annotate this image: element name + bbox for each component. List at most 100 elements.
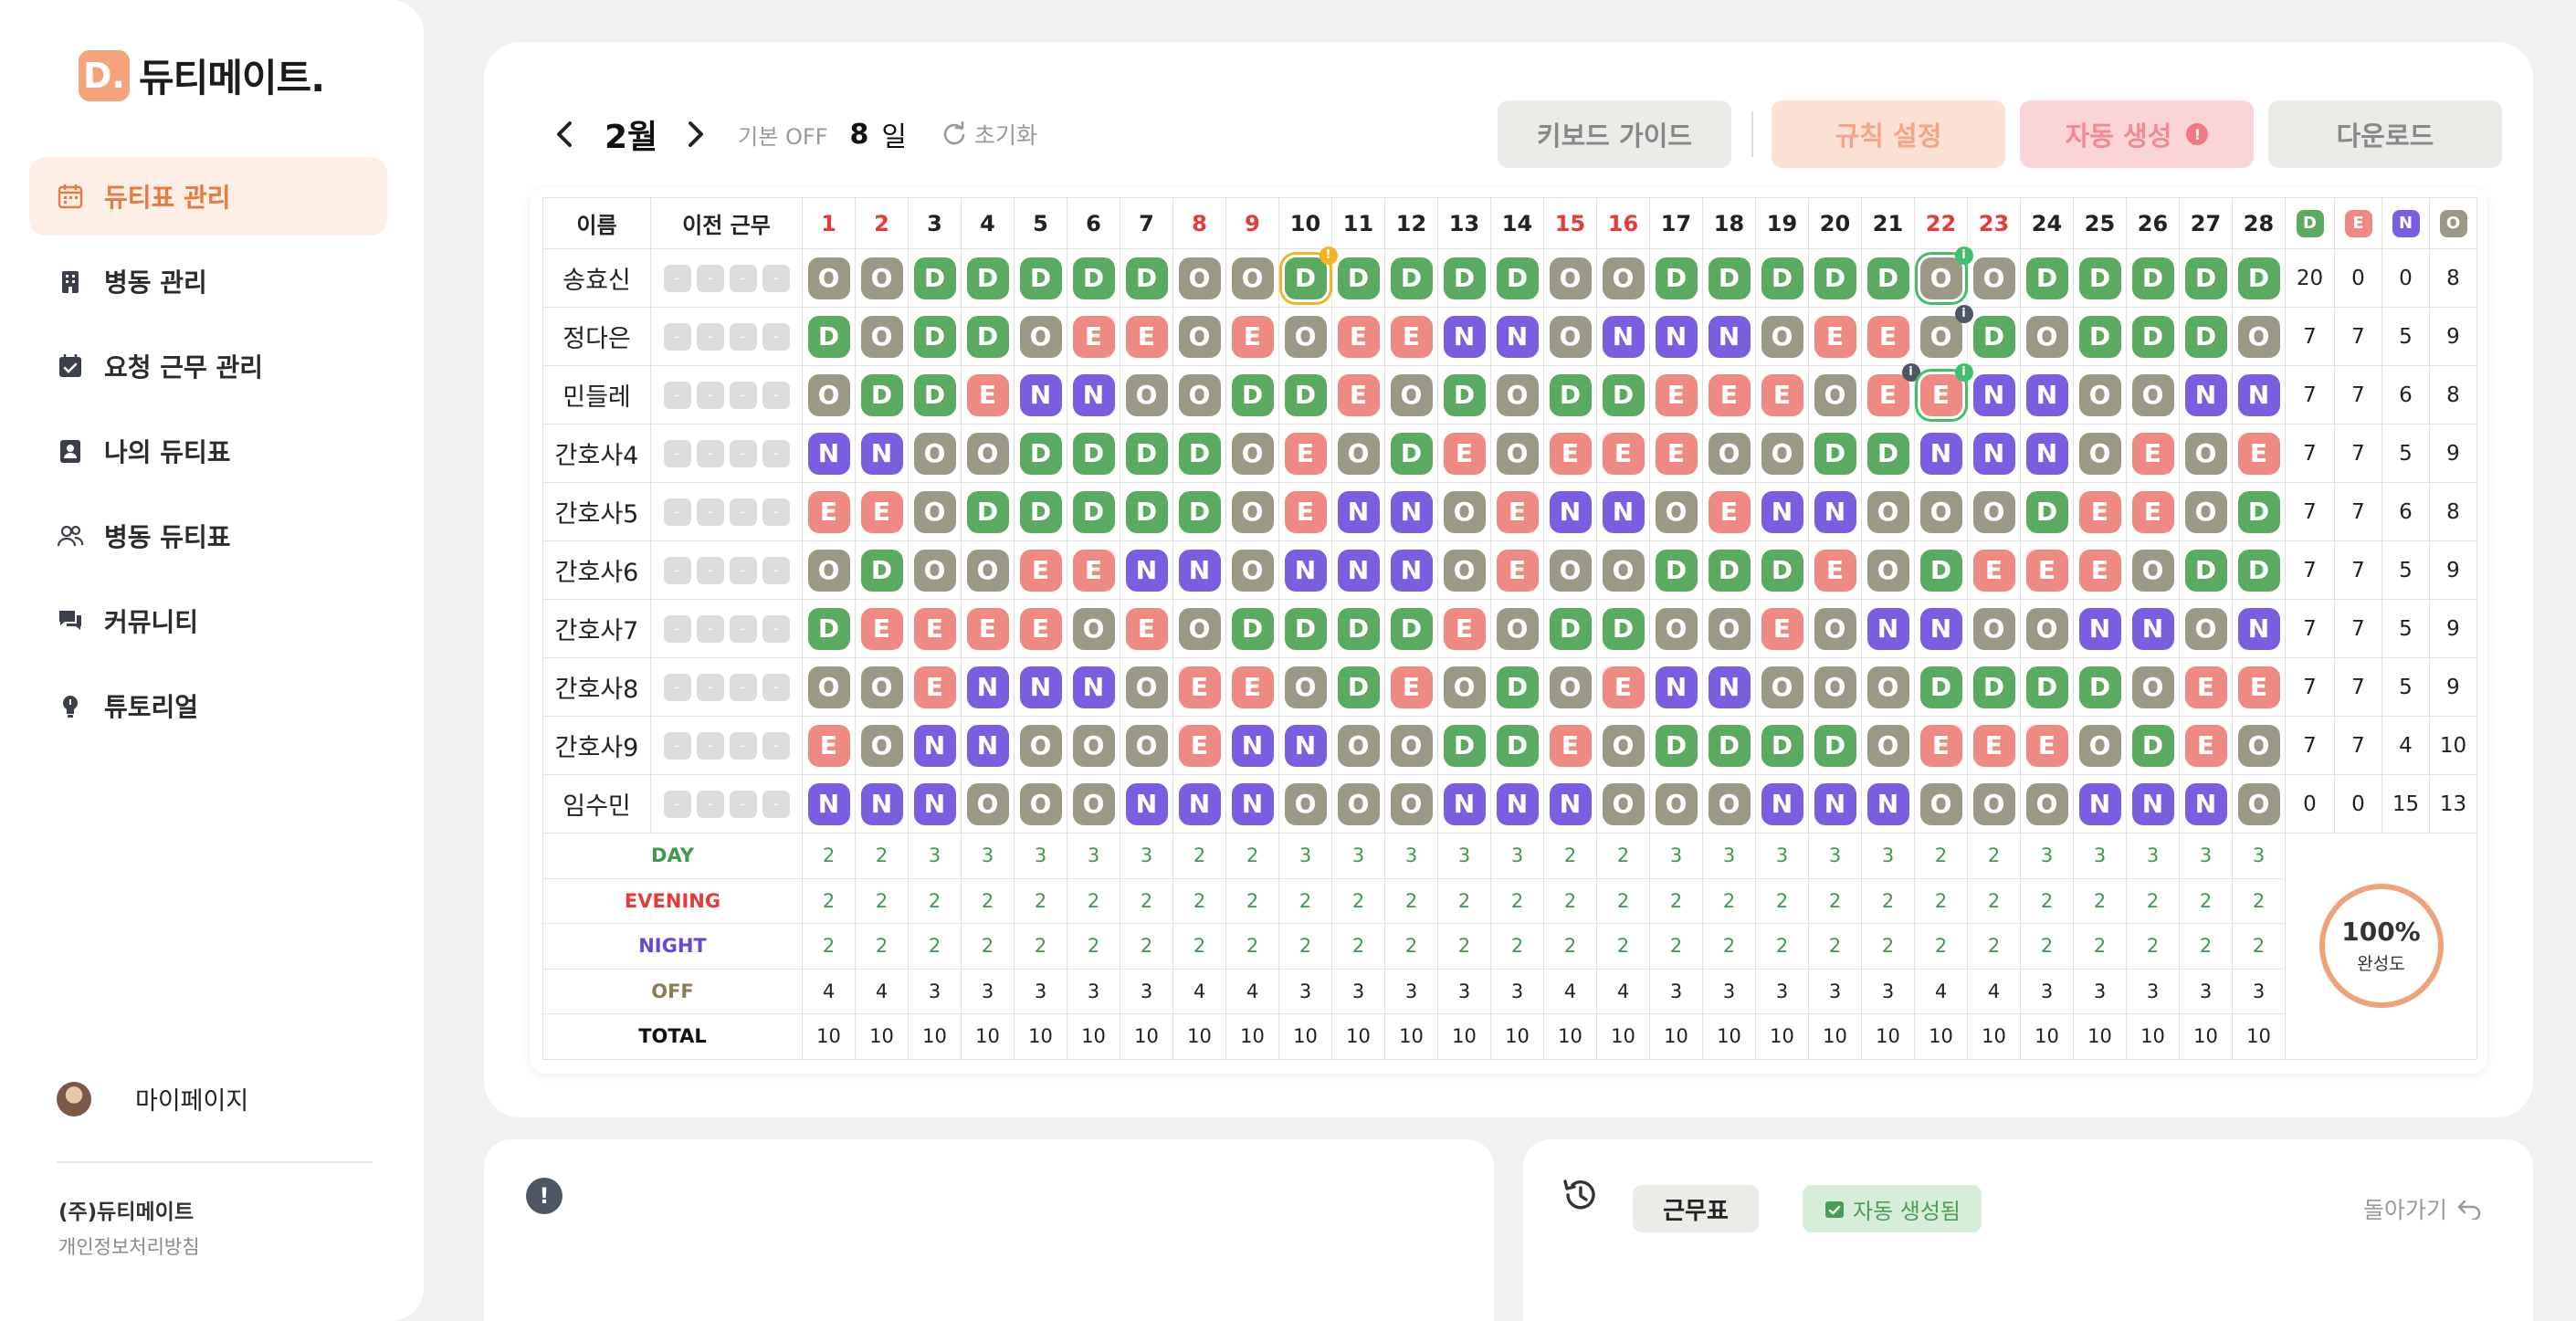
shift-chip[interactable]: D	[1708, 257, 1751, 299]
shift-chip[interactable]: E	[807, 490, 850, 533]
header-day[interactable]: 5	[1014, 197, 1067, 249]
shift-chip[interactable]: E	[1125, 607, 1168, 650]
shift-chip[interactable]: O	[807, 549, 850, 592]
shift-chip[interactable]: O	[1549, 315, 1592, 358]
shift-chip[interactable]: E	[2184, 666, 2227, 708]
header-day[interactable]: 20	[1808, 197, 1862, 249]
nurse-name[interactable]: 간호사8	[542, 657, 651, 717]
shift-chip[interactable]: O	[1814, 607, 1856, 650]
shift-chip[interactable]: E	[1708, 373, 1751, 416]
prev-shift-slot[interactable]: -	[663, 264, 691, 292]
shift-chip[interactable]: O	[2025, 607, 2068, 650]
header-day[interactable]: 27	[2179, 197, 2233, 249]
shift-chip[interactable]: O	[1443, 549, 1486, 592]
header-day[interactable]: 4	[961, 197, 1015, 249]
shift-chip[interactable]: E	[1284, 490, 1327, 533]
shift-chip[interactable]: D	[1549, 607, 1592, 650]
shift-chip[interactable]: N	[1708, 666, 1751, 708]
prev-shift-slot[interactable]: -	[663, 556, 691, 584]
shift-chip[interactable]: D	[2025, 257, 2068, 299]
shift-chip[interactable]: N	[1814, 490, 1856, 533]
shift-chip[interactable]: O	[1019, 724, 1062, 767]
shift-chip[interactable]: O	[2025, 315, 2068, 358]
shift-chip[interactable]: O	[1019, 315, 1062, 358]
header-day[interactable]: 12	[1384, 197, 1438, 249]
shift-chip[interactable]: O	[1337, 432, 1380, 475]
shift-chip[interactable]: E	[1655, 432, 1698, 475]
prev-shift-slot[interactable]: -	[663, 673, 691, 701]
shift-chip[interactable]: D	[2025, 666, 2068, 708]
shift-chip[interactable]: N	[966, 666, 1009, 708]
privacy-policy-link[interactable]: 개인정보처리방침	[58, 1232, 200, 1260]
prev-shift-slot[interactable]: -	[663, 439, 691, 467]
shift-chip[interactable]: D	[1972, 315, 2015, 358]
shift-chip[interactable]: D	[1443, 724, 1486, 767]
prev-shift-slot[interactable]: -	[729, 498, 757, 526]
header-day[interactable]: 15	[1543, 197, 1597, 249]
shift-chip[interactable]: N	[1337, 490, 1380, 533]
shift-chip[interactable]: O	[1284, 666, 1327, 708]
shift-chip[interactable]: N	[2131, 782, 2174, 825]
header-day[interactable]: 24	[2020, 197, 2074, 249]
shift-chip[interactable]: O	[913, 432, 956, 475]
shift-chip[interactable]: D	[2078, 257, 2121, 299]
prev-shift-slot[interactable]: -	[663, 381, 691, 409]
shift-chip[interactable]: E	[1019, 607, 1062, 650]
shift-chip[interactable]: E	[1602, 666, 1645, 708]
shift-chip[interactable]: N	[913, 782, 956, 825]
logo[interactable]: D. 듀티메이트.	[79, 47, 325, 103]
shift-chip[interactable]: O	[966, 549, 1009, 592]
shift-chip[interactable]: O	[1496, 432, 1539, 475]
shift-chip[interactable]: E	[1390, 315, 1433, 358]
shift-chip[interactable]: D	[1814, 257, 1856, 299]
shift-chip[interactable]: O	[1284, 315, 1327, 358]
shift-chip[interactable]: D!	[1284, 246, 1338, 299]
shift-chip[interactable]: D	[1761, 724, 1803, 767]
shift-chip[interactable]: E	[1866, 315, 1909, 358]
shift-chip[interactable]: O	[1814, 373, 1856, 416]
shift-chip[interactable]: O	[966, 432, 1009, 475]
shift-chip[interactable]: D	[1655, 257, 1698, 299]
shift-chip[interactable]: D	[1866, 432, 1909, 475]
shift-chip[interactable]: D	[2237, 490, 2280, 533]
shift-chip[interactable]: N	[1655, 666, 1698, 708]
shift-chip[interactable]: O	[2025, 782, 2068, 825]
shift-chip[interactable]: O	[860, 257, 903, 299]
shift-chip[interactable]: D	[2131, 724, 2174, 767]
shift-chip[interactable]: D	[1814, 724, 1856, 767]
shift-chip[interactable]: D	[1390, 257, 1433, 299]
shift-chip[interactable]: N	[1125, 782, 1168, 825]
header-day[interactable]: 19	[1755, 197, 1809, 249]
shift-chip[interactable]: D	[1496, 724, 1539, 767]
shift-chip[interactable]: N	[1549, 490, 1592, 533]
shift-chip[interactable]: O	[1496, 607, 1539, 650]
shift-chip[interactable]: O	[1602, 782, 1645, 825]
shift-chip[interactable]: O	[1337, 724, 1380, 767]
shift-chip[interactable]: N	[1602, 315, 1645, 358]
shift-chip[interactable]: E	[1602, 432, 1645, 475]
shift-chip[interactable]: D	[1231, 607, 1274, 650]
sidebar-item-6[interactable]: 튜토리얼	[29, 666, 387, 745]
mypage-link[interactable]: 마이페이지	[57, 1081, 248, 1117]
shift-chip[interactable]: D	[1708, 549, 1751, 592]
prev-shift-slot[interactable]: -	[663, 498, 691, 526]
auto-generate-button[interactable]: 자동 생성 !	[2020, 100, 2254, 168]
header-day[interactable]: 17	[1649, 197, 1703, 249]
prev-shift-slot[interactable]: -	[729, 381, 757, 409]
shift-chip[interactable]: D	[1019, 257, 1062, 299]
shift-chip[interactable]: O	[1125, 666, 1168, 708]
prev-shift-slot[interactable]: -	[762, 614, 790, 643]
shift-chip[interactable]: N	[1496, 782, 1539, 825]
tab-schedule[interactable]: 근무표	[1633, 1185, 1759, 1232]
back-link[interactable]: 돌아가기	[2363, 1192, 2482, 1225]
shift-chip[interactable]: E	[2237, 432, 2280, 475]
shift-chip[interactable]: N	[1231, 724, 1274, 767]
shift-chip[interactable]: N	[1655, 315, 1698, 358]
header-day[interactable]: 11	[1331, 197, 1385, 249]
nurse-name[interactable]: 간호사4	[542, 424, 651, 483]
shift-chip[interactable]: O	[1919, 490, 1962, 533]
shift-chip[interactable]: O	[1178, 257, 1221, 299]
shift-chip[interactable]: O	[1284, 782, 1327, 825]
shift-chip[interactable]: D	[2025, 490, 2068, 533]
shift-chip[interactable]: D	[860, 373, 903, 416]
